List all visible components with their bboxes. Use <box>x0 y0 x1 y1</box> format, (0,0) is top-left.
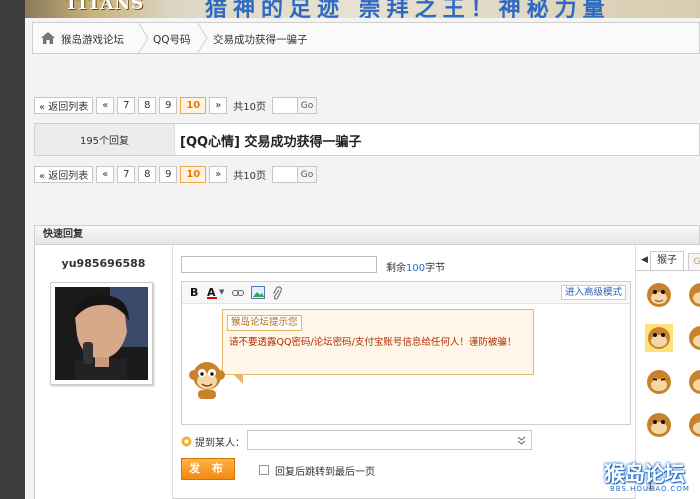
next-page-button[interactable]: » <box>209 97 228 114</box>
page-link[interactable]: 7 <box>117 166 136 183</box>
avatar[interactable] <box>50 282 153 385</box>
go-button[interactable]: Go <box>297 167 317 182</box>
mention-icon <box>181 436 192 447</box>
remaining-count: 100 <box>406 263 426 274</box>
jump-last-label: 回复后跳转到最后一页 <box>275 467 375 478</box>
left-sidebar-strip <box>0 0 25 499</box>
site-watermark: 猴岛论坛 BBS.HOUDAO.COM <box>604 458 700 499</box>
page-jump: Go <box>272 166 318 183</box>
home-icon[interactable] <box>41 32 55 44</box>
jump-last-checkbox[interactable] <box>259 465 269 475</box>
pagination-top: « 返回列表 « 7 8 9 10 » 共10页 Go <box>34 96 318 115</box>
chevron-left-icon[interactable]: ◀ <box>641 255 648 265</box>
current-page: 10 <box>180 166 207 183</box>
banner-logo: TITANS <box>65 0 145 14</box>
monkey-smiley-icon[interactable] <box>644 410 674 440</box>
monkey-smiley-icon[interactable] <box>644 367 674 397</box>
rich-text-editor[interactable]: B A ▼ 进入高级模式 猴岛论坛提示您 请不要透露QQ密码/论坛密码/支付宝账… <box>181 281 631 425</box>
submit-button[interactable]: 发 布 <box>181 458 235 480</box>
remaining-prefix: 剩余 <box>386 263 406 274</box>
quick-reply-heading: 快速回复 <box>35 226 699 245</box>
monkey-smiley-icon[interactable] <box>686 367 700 397</box>
watermark-text: 猴岛论坛 <box>604 462 685 486</box>
chevron-down-icon[interactable]: ▼ <box>219 288 224 296</box>
user-info: yu985696588 <box>35 245 172 499</box>
tip-message: 请不要透露QQ密码/论坛密码/支付宝账号信息给任何人！谨防被骗！ <box>229 337 517 348</box>
tab-divider <box>636 270 700 271</box>
mention-input[interactable] <box>247 430 532 450</box>
page-jump: Go <box>272 97 318 114</box>
double-chevron-down-icon[interactable] <box>517 436 526 445</box>
total-pages: 共10页 <box>233 102 267 113</box>
tab-next[interactable]: G <box>688 253 700 270</box>
go-button[interactable]: Go <box>297 98 317 113</box>
image-icon[interactable] <box>251 286 265 299</box>
breadcrumb-qq-link[interactable]: QQ号码 <box>153 32 191 47</box>
mention-label: 提到某人： <box>181 434 245 449</box>
attachment-icon[interactable] <box>272 286 282 300</box>
pagination-bottom: « 返回列表 « 7 8 9 10 » 共10页 Go <box>34 165 318 184</box>
safety-tip: 猴岛论坛提示您 请不要透露QQ密码/论坛密码/支付宝账号信息给任何人！谨防被骗！ <box>222 309 534 384</box>
monkey-smiley-icon[interactable] <box>686 323 700 353</box>
monkey-smiley-icon[interactable] <box>644 280 674 310</box>
remaining-suffix: 字节 <box>425 263 446 274</box>
monkey-smiley-icon[interactable] <box>686 410 700 440</box>
page-link[interactable]: 9 <box>159 166 178 183</box>
watermark-url: BBS.HOUDAO.COM <box>610 485 690 493</box>
subject-input[interactable] <box>181 256 377 273</box>
breadcrumb-current-thread: 交易成功获得一骗子 <box>213 34 308 46</box>
back-to-list-button[interactable]: « 返回列表 <box>34 97 94 114</box>
editor-toolbar: B A ▼ 进入高级模式 <box>182 282 630 304</box>
thread-title-bar: 195个回复 [QQ心情] 交易成功获得一骗子 <box>34 123 700 156</box>
username[interactable]: yu985696588 <box>35 257 172 270</box>
reply-count: 195个回复 <box>35 124 175 155</box>
tip-title: 猴岛论坛提示您 <box>227 315 302 331</box>
mention-row: 提到某人： <box>181 430 532 450</box>
reply-editor-area: 剩余100字节 B A ▼ 进入高级模式 猴岛论坛提示您 请不要透露QQ密码/论… <box>172 245 635 499</box>
next-page-button[interactable]: » <box>209 166 228 183</box>
breadcrumb: 猴岛游戏论坛 QQ号码 交易成功获得一骗子 <box>32 22 700 54</box>
monkey-smiley-icon[interactable] <box>686 280 700 310</box>
remaining-bytes: 剩余100字节 <box>386 259 445 274</box>
mention-label-text: 提到某人： <box>195 438 245 449</box>
banner-slogan: 猎神的足迹 崇拜之王！神秘力量 <box>205 0 611 18</box>
main-content: 猴岛游戏论坛 QQ号码 交易成功获得一骗子 « 返回列表 « 7 8 9 10 … <box>25 18 700 499</box>
breadcrumb-separator-icon <box>196 22 208 54</box>
page-link[interactable]: 7 <box>117 97 136 114</box>
breadcrumb-forum-link[interactable]: 猴岛游戏论坛 <box>61 32 124 47</box>
thread-title: [QQ心情] 交易成功获得一骗子 <box>180 135 362 150</box>
font-color-icon[interactable]: A <box>207 286 217 299</box>
monkey-mascot-icon <box>189 362 225 399</box>
page-link[interactable]: 8 <box>138 97 157 114</box>
monkey-smiley-icon[interactable] <box>644 323 674 353</box>
page-link[interactable]: 9 <box>159 97 178 114</box>
page-link[interactable]: 8 <box>138 166 157 183</box>
current-page: 10 <box>180 97 207 114</box>
prev-page-button[interactable]: « <box>96 97 115 114</box>
total-pages: 共10页 <box>233 171 267 182</box>
breadcrumb-separator-icon <box>137 22 149 54</box>
tab-monkey[interactable]: 猴子 <box>650 251 684 270</box>
avatar-image <box>55 287 148 380</box>
back-to-list-button[interactable]: « 返回列表 <box>34 166 94 183</box>
tip-pointer <box>233 374 243 384</box>
advanced-mode-button[interactable]: 进入高级模式 <box>560 285 626 300</box>
quick-reply-panel: 快速回复 yu985696588 剩余100字节 B A ▼ 进入高级模式 猴岛… <box>34 225 700 499</box>
bold-icon[interactable]: B <box>190 286 198 299</box>
prev-page-button[interactable]: « <box>96 166 115 183</box>
forum-banner: TITANS 猎神的足迹 崇拜之王！神秘力量 <box>25 0 700 18</box>
link-icon[interactable] <box>232 289 244 297</box>
